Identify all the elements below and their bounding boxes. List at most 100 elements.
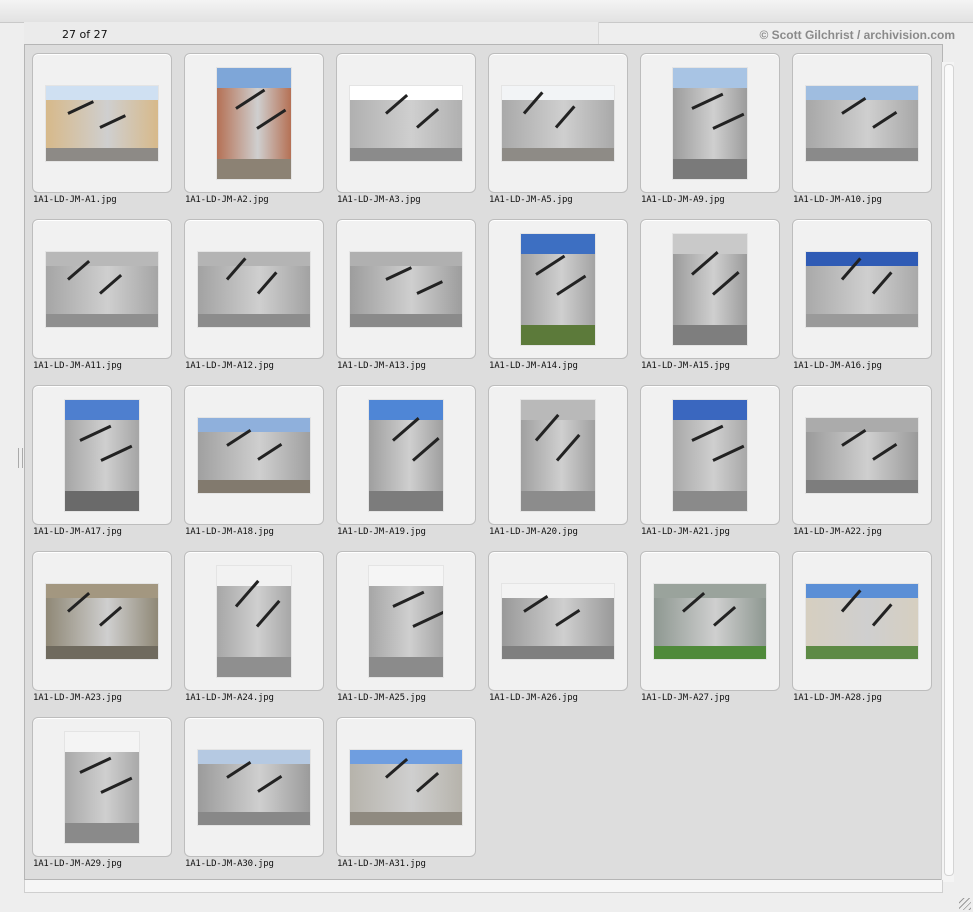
thumbnail-frame[interactable] <box>488 53 628 193</box>
thumbnail-item[interactable]: 1A1-LD-JM-A17.jpg <box>25 377 177 543</box>
thumbnail-frame[interactable] <box>488 219 628 359</box>
thumbnail-item[interactable]: 1A1-LD-JM-A18.jpg <box>177 377 329 543</box>
thumbnail-image[interactable] <box>46 86 158 161</box>
thumbnail-filename: 1A1-LD-JM-A9.jpg <box>641 195 725 205</box>
thumbnail-item[interactable]: 1A1-LD-JM-A14.jpg <box>481 211 633 377</box>
thumbnail-image[interactable] <box>198 252 310 327</box>
thumbnail-item[interactable]: 1A1-LD-JM-A11.jpg <box>25 211 177 377</box>
thumbnail-image[interactable] <box>217 566 291 677</box>
vertical-scrollbar[interactable] <box>941 62 954 882</box>
thumbnail-item[interactable]: 1A1-LD-JM-A27.jpg <box>633 543 785 709</box>
thumbnail-frame[interactable] <box>792 53 932 193</box>
thumbnail-frame[interactable] <box>792 385 932 525</box>
thumbnail-item[interactable]: 1A1-LD-JM-A22.jpg <box>785 377 937 543</box>
thumbnail-item[interactable]: 1A1-LD-JM-A16.jpg <box>785 211 937 377</box>
thumbnail-image[interactable] <box>369 400 443 511</box>
thumbnail-frame[interactable] <box>32 385 172 525</box>
thumbnail-image[interactable] <box>673 234 747 345</box>
thumbnail-frame[interactable] <box>792 551 932 691</box>
thumbnail-image[interactable] <box>673 68 747 179</box>
thumbnail-image[interactable] <box>65 732 139 843</box>
thumbnail-frame[interactable] <box>32 53 172 193</box>
thumbnail-frame[interactable] <box>184 717 324 857</box>
thumbnail-image[interactable] <box>198 418 310 493</box>
thumbnail-image[interactable] <box>502 584 614 659</box>
thumbnail-image[interactable] <box>521 234 595 345</box>
thumbnail-item[interactable]: 1A1-LD-JM-A31.jpg <box>329 709 481 875</box>
thumbnail-frame[interactable] <box>32 717 172 857</box>
thumbnail-item[interactable]: 1A1-LD-JM-A1.jpg <box>25 45 177 211</box>
thumbnail-frame[interactable] <box>336 385 476 525</box>
thumbnail-image[interactable] <box>502 86 614 161</box>
thumbnail-filename: 1A1-LD-JM-A25.jpg <box>337 693 426 703</box>
thumbnail-item[interactable]: 1A1-LD-JM-A10.jpg <box>785 45 937 211</box>
thumbnail-image[interactable] <box>369 566 443 677</box>
copyright-credit: © Scott Gilchrist / archivision.com <box>759 28 955 42</box>
thumbnail-image[interactable] <box>65 400 139 511</box>
thumbnail-image[interactable] <box>673 400 747 511</box>
thumbnail-frame[interactable] <box>336 717 476 857</box>
thumbnail-filename: 1A1-LD-JM-A24.jpg <box>185 693 274 703</box>
thumbnail-item[interactable]: 1A1-LD-JM-A21.jpg <box>633 377 785 543</box>
thumbnail-frame[interactable] <box>488 551 628 691</box>
thumbnail-item[interactable]: 1A1-LD-JM-A2.jpg <box>177 45 329 211</box>
thumbnail-item[interactable]: 1A1-LD-JM-A20.jpg <box>481 377 633 543</box>
thumbnail-item[interactable]: 1A1-LD-JM-A26.jpg <box>481 543 633 709</box>
thumbnail-frame[interactable] <box>640 551 780 691</box>
thumbnail-item[interactable]: 1A1-LD-JM-A19.jpg <box>329 377 481 543</box>
panel-splitter-handle[interactable] <box>18 448 23 468</box>
thumbnail-frame[interactable] <box>184 53 324 193</box>
thumbnail-frame[interactable] <box>336 219 476 359</box>
thumbnail-filename: 1A1-LD-JM-A30.jpg <box>185 859 274 869</box>
thumbnail-frame[interactable] <box>336 551 476 691</box>
thumbnail-image[interactable] <box>350 252 462 327</box>
thumbnail-item[interactable]: 1A1-LD-JM-A3.jpg <box>329 45 481 211</box>
thumbnail-image[interactable] <box>806 418 918 493</box>
thumbnail-frame[interactable] <box>488 385 628 525</box>
thumbnail-filename: 1A1-LD-JM-A13.jpg <box>337 361 426 371</box>
thumbnail-filename: 1A1-LD-JM-A31.jpg <box>337 859 426 869</box>
thumbnail-frame[interactable] <box>792 219 932 359</box>
thumbnail-item[interactable]: 1A1-LD-JM-A23.jpg <box>25 543 177 709</box>
thumbnail-item[interactable]: 1A1-LD-JM-A5.jpg <box>481 45 633 211</box>
thumbnail-filename: 1A1-LD-JM-A17.jpg <box>33 527 122 537</box>
thumbnail-filename: 1A1-LD-JM-A14.jpg <box>489 361 578 371</box>
thumbnail-frame[interactable] <box>32 551 172 691</box>
thumbnail-item[interactable]: 1A1-LD-JM-A28.jpg <box>785 543 937 709</box>
thumbnail-image[interactable] <box>654 584 766 659</box>
thumbnail-image[interactable] <box>806 252 918 327</box>
thumbnail-item[interactable]: 1A1-LD-JM-A15.jpg <box>633 211 785 377</box>
thumbnail-filename: 1A1-LD-JM-A27.jpg <box>641 693 730 703</box>
thumbnail-frame[interactable] <box>640 53 780 193</box>
thumbnail-image[interactable] <box>806 584 918 659</box>
thumbnail-item[interactable]: 1A1-LD-JM-A25.jpg <box>329 543 481 709</box>
resize-grip-icon[interactable] <box>959 898 971 910</box>
thumbnail-item[interactable]: 1A1-LD-JM-A12.jpg <box>177 211 329 377</box>
thumbnail-item[interactable]: 1A1-LD-JM-A29.jpg <box>25 709 177 875</box>
thumbnail-image[interactable] <box>350 750 462 825</box>
header-bar <box>24 22 599 44</box>
thumbnail-item[interactable]: 1A1-LD-JM-A30.jpg <box>177 709 329 875</box>
thumbnail-frame[interactable] <box>640 219 780 359</box>
thumbnail-item[interactable]: 1A1-LD-JM-A13.jpg <box>329 211 481 377</box>
thumbnail-image[interactable] <box>46 252 158 327</box>
thumbnail-frame[interactable] <box>640 385 780 525</box>
thumbnail-frame[interactable] <box>336 53 476 193</box>
thumbnail-frame[interactable] <box>184 551 324 691</box>
thumbnail-image[interactable] <box>46 584 158 659</box>
thumbnail-image[interactable] <box>198 750 310 825</box>
thumbnail-frame[interactable] <box>184 385 324 525</box>
thumbnail-item[interactable]: 1A1-LD-JM-A9.jpg <box>633 45 785 211</box>
thumbnail-filename: 1A1-LD-JM-A19.jpg <box>337 527 426 537</box>
thumbnail-image[interactable] <box>806 86 918 161</box>
thumbnail-image[interactable] <box>217 68 291 179</box>
thumbnail-filename: 1A1-LD-JM-A15.jpg <box>641 361 730 371</box>
thumbnail-frame[interactable] <box>32 219 172 359</box>
horizontal-scrollbar[interactable] <box>24 880 943 893</box>
thumbnail-image[interactable] <box>350 86 462 161</box>
thumbnail-filename: 1A1-LD-JM-A12.jpg <box>185 361 274 371</box>
thumbnail-item[interactable]: 1A1-LD-JM-A24.jpg <box>177 543 329 709</box>
thumbnail-frame[interactable] <box>184 219 324 359</box>
vertical-scrollbar-thumb[interactable] <box>944 64 954 876</box>
thumbnail-image[interactable] <box>521 400 595 511</box>
